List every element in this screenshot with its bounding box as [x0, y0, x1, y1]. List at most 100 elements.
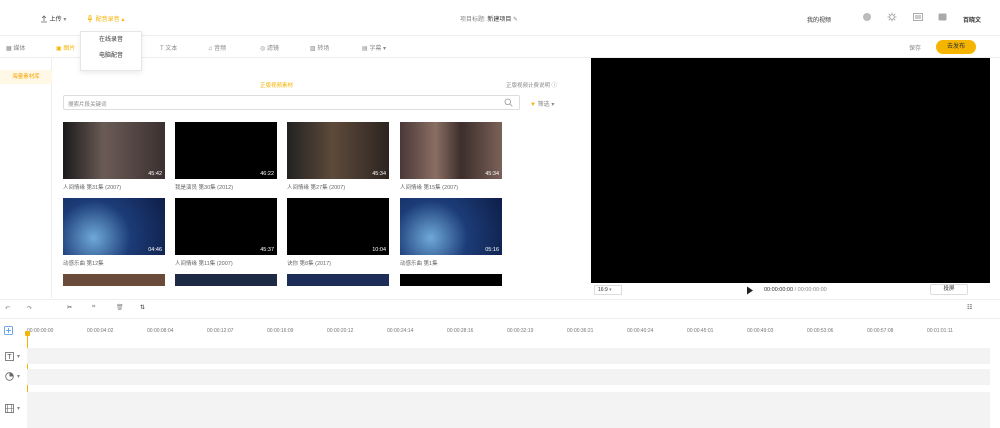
project-title[interactable]: 项目标题: 新建项目 ✎: [460, 14, 518, 23]
tabs-bar: ▦ 媒体 ▣ 图片 T 文本 ♫ 音频 ◎ 滤镜 ▨ 转场 ▤ 字幕 ▾ 保存: [0, 36, 1000, 58]
clip-duration: 04:46: [148, 247, 162, 253]
microphone-icon: [86, 15, 94, 23]
chevron-down-icon[interactable]: ▾: [17, 353, 20, 360]
ruler-tick-label: 00:00:45:01: [687, 328, 714, 334]
tab-label: 字幕: [369, 46, 382, 52]
clip-caption: 人间情缘 第31集 (2007): [63, 185, 122, 191]
clip-duration: 46:22: [260, 171, 274, 177]
filter-label: 筛选: [537, 102, 550, 108]
search-box[interactable]: 搜索片段关键词: [63, 95, 520, 110]
my-videos-link[interactable]: 我的视频: [807, 15, 831, 24]
tab-text[interactable]: T 文本: [160, 43, 177, 52]
cast-button[interactable]: 投屏: [930, 284, 968, 295]
pencil-icon[interactable]: ✎: [513, 17, 518, 23]
tab-images[interactable]: ▣ 图片: [56, 43, 75, 52]
clip-thumbnail[interactable]: 46:22: [175, 122, 277, 179]
screen-icon[interactable]: [913, 13, 923, 23]
tab-label: 滤镜: [266, 46, 279, 52]
video-track-icon[interactable]: [5, 404, 14, 415]
project-name: 新建项目: [487, 17, 512, 23]
undo-icon[interactable]: ↶: [5, 305, 10, 312]
clip-thumbnail[interactable]: [175, 274, 277, 286]
split-icon[interactable]: ⇅: [140, 304, 145, 311]
clip-thumbnail[interactable]: 04:46: [63, 198, 165, 255]
search-input[interactable]: 搜索片段关键词: [68, 100, 107, 108]
left-nav: 海量素材库: [0, 58, 52, 298]
aspect-ratio-select[interactable]: 16:9 ▾: [594, 285, 622, 295]
theme-icon[interactable]: [887, 12, 897, 24]
playhead-handle[interactable]: [25, 331, 30, 336]
timeline-ruler[interactable]: 00:00:00:00 00:00:04:02 00:00:08:04 00:00:1…: [0, 320, 1000, 340]
clip-thumbnail[interactable]: 45:37: [175, 198, 277, 255]
tab-label: 音频: [214, 46, 227, 52]
tab-audio[interactable]: ♫ 音频: [208, 43, 226, 52]
clip-duration: 45:34: [372, 171, 386, 177]
ruler-tick-label: 00:00:28:16: [447, 328, 474, 334]
video-preview[interactable]: [591, 58, 990, 283]
clip-thumbnail[interactable]: [63, 274, 165, 286]
ruler-tick-label: 00:00:53:06: [807, 328, 834, 334]
filter-button[interactable]: ▼ 筛选 ▾: [530, 99, 554, 108]
clip-thumbnail[interactable]: 45:34: [287, 122, 389, 179]
nav-item-material-library[interactable]: 海量素材库: [0, 70, 52, 84]
tab-subtitles[interactable]: ▤ 字幕 ▾: [362, 43, 386, 52]
chevron-down-icon[interactable]: ▾: [17, 373, 20, 380]
clip-duration: 45:37: [260, 247, 274, 253]
project-title-label: 项目标题:: [460, 17, 486, 23]
time-display: 00:00:00:00 / 00:00:00:00: [764, 287, 827, 293]
add-track-icon[interactable]: [4, 326, 13, 337]
ruler-tick-label: 00:00:57:08: [867, 328, 894, 334]
scissors-icon[interactable]: ✂: [67, 304, 72, 311]
message-icon[interactable]: [938, 13, 947, 23]
clip-caption: 人间情缘 第11集 (2007): [175, 261, 233, 267]
record-label: 配音录音: [95, 17, 120, 23]
clip-caption: 人间情缘 第15集 (2007): [400, 185, 459, 191]
audio-track-icon[interactable]: [5, 372, 14, 383]
clip-caption: 我是演员 第30集 (2012): [175, 185, 234, 191]
ruler-tick-label: 00:00:20:12: [327, 328, 354, 334]
clip-thumbnail[interactable]: 45:42: [63, 122, 165, 179]
clip-thumbnail[interactable]: 10:04: [287, 198, 389, 255]
chevron-down-icon[interactable]: ▾: [17, 405, 20, 412]
music-icon: ♫: [208, 46, 213, 52]
filter-effect-icon: ◎: [260, 46, 266, 52]
ruler-tick-label: 00:00:08:04: [147, 328, 174, 334]
trash-icon[interactable]: 🗑: [116, 304, 124, 311]
current-time: 00:00:00:00: [764, 287, 794, 293]
tab-transition[interactable]: ▨ 转场: [310, 43, 329, 52]
text-track[interactable]: [27, 348, 990, 364]
clip-thumbnail[interactable]: 05:16: [400, 198, 502, 255]
search-icon[interactable]: [504, 98, 513, 109]
menu-item-computer-dub[interactable]: 电脑配音: [81, 48, 141, 64]
tab-media[interactable]: ▦ 媒体: [6, 43, 25, 52]
clip-thumbnail[interactable]: [400, 274, 502, 286]
redo-icon[interactable]: ↷: [27, 305, 32, 312]
clip-duration: 45:42: [148, 171, 162, 177]
export-button[interactable]: 去发布: [936, 40, 976, 54]
grid-icon: ▦: [6, 46, 12, 52]
filter-icon: ▼: [530, 102, 536, 108]
clip-duration: 05:16: [485, 247, 499, 253]
upload-button[interactable]: 上传 ▾: [40, 14, 66, 23]
clip-thumbnail[interactable]: [287, 274, 389, 286]
ruler-tick-label: 00:01:01:11: [927, 328, 954, 334]
chevron-down-icon: ▾: [609, 287, 612, 293]
save-button[interactable]: 保存: [909, 43, 921, 52]
help-icon[interactable]: [862, 12, 872, 24]
crop-icon[interactable]: ⌗: [92, 304, 95, 311]
billing-link[interactable]: 正版视频计费说明 ⓘ: [506, 81, 557, 89]
record-button[interactable]: 配音录音 ▴: [86, 14, 124, 23]
text-track-icon[interactable]: [5, 352, 14, 363]
user-name[interactable]: 百晓文: [963, 15, 981, 24]
play-icon[interactable]: [746, 286, 754, 297]
tab-filter[interactable]: ◎ 滤镜: [260, 43, 279, 52]
settings-sliders-icon[interactable]: ☷: [967, 304, 972, 311]
clip-caption: 诀你 第8集 (2017): [287, 261, 332, 267]
menu-item-online-record[interactable]: 在线录音: [81, 32, 141, 48]
chevron-down-icon: ▾: [551, 102, 555, 108]
ruler-tick-label: 00:00:36:21: [567, 328, 594, 334]
ruler-tick-label: 00:00:24:14: [387, 328, 414, 334]
clip-thumbnail[interactable]: 45:34: [400, 122, 502, 179]
audio-track[interactable]: [27, 369, 990, 385]
video-track[interactable]: [27, 392, 990, 428]
